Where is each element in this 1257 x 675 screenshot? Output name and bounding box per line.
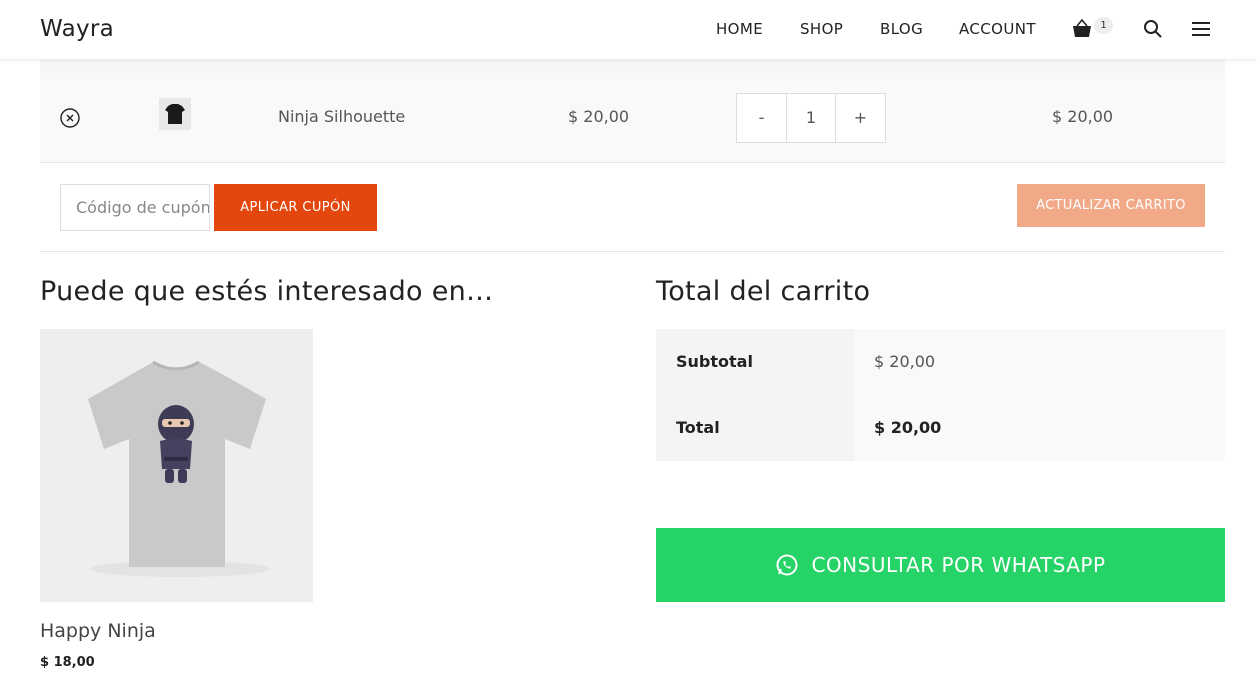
- cross-sells-title: Puede que estés interesado en…: [40, 276, 494, 307]
- total-label: Total: [656, 395, 854, 461]
- cart-product-price: $ 20,00: [568, 107, 630, 126]
- subtotal-label: Subtotal: [656, 329, 854, 395]
- subtotal-value: $ 20,00: [854, 329, 1225, 395]
- cart-product-name[interactable]: Ninja Silhouette: [278, 107, 405, 126]
- cart-item-row: [40, 73, 1225, 163]
- cart-count-badge: 1: [1094, 17, 1113, 34]
- totals-row-subtotal: Subtotal $ 20,00: [656, 329, 1225, 395]
- cart-line-total: $ 20,00: [1052, 107, 1114, 126]
- quantity-input[interactable]: 1: [786, 93, 836, 143]
- nav-blog[interactable]: BLOG: [880, 20, 923, 38]
- nav-account[interactable]: ACCOUNT: [959, 20, 1036, 38]
- total-value: $ 20,00: [854, 395, 1225, 461]
- whatsapp-button-label: CONSULTAR POR WHATSAPP: [811, 553, 1106, 577]
- search-icon[interactable]: [1143, 19, 1163, 39]
- whatsapp-checkout-button[interactable]: CONSULTAR POR WHATSAPP: [656, 528, 1225, 602]
- product-thumbnail[interactable]: [159, 98, 191, 130]
- cross-sell-product-price: $ 18,00: [40, 655, 95, 670]
- quantity-decrease-button[interactable]: -: [736, 93, 787, 143]
- cross-sell-product-image[interactable]: [40, 329, 313, 602]
- nav-home[interactable]: HOME: [716, 20, 763, 38]
- site-header: Wayra HOME SHOP BLOG ACCOUNT 1: [0, 0, 1257, 60]
- site-logo[interactable]: Wayra: [40, 16, 114, 42]
- cart-icon[interactable]: [1071, 18, 1093, 40]
- totals-row-total: Total $ 20,00: [656, 395, 1225, 461]
- menu-icon[interactable]: [1191, 20, 1211, 38]
- apply-coupon-button[interactable]: APLICAR CUPÓN: [214, 184, 377, 231]
- whatsapp-icon: [776, 554, 798, 576]
- remove-item-icon[interactable]: [59, 107, 81, 129]
- tshirt-image: [40, 329, 313, 602]
- cart-totals-title: Total del carrito: [656, 276, 871, 307]
- cross-sell-product-name[interactable]: Happy Ninja: [40, 620, 156, 642]
- coupon-code-input[interactable]: [60, 184, 210, 231]
- update-cart-button[interactable]: ACTUALIZAR CARRITO: [1017, 184, 1205, 227]
- cart-table-header: [40, 60, 1225, 73]
- quantity-increase-button[interactable]: +: [835, 93, 886, 143]
- cart-totals-table: Subtotal $ 20,00 Total $ 20,00: [656, 329, 1225, 461]
- nav-shop[interactable]: SHOP: [800, 20, 843, 38]
